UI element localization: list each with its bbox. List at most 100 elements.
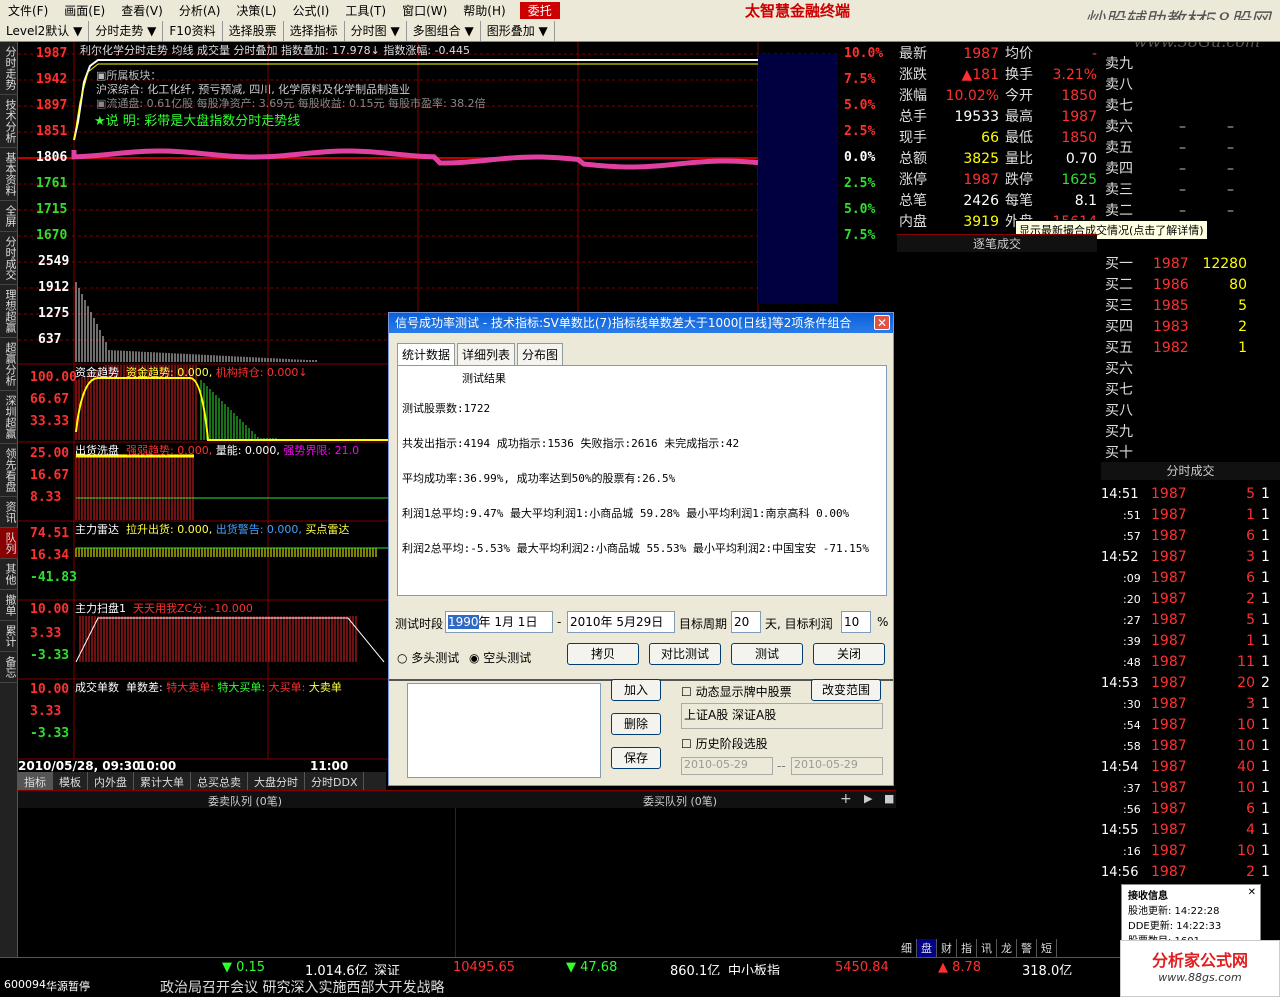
chart-bottom-tab-4[interactable]: 总买总卖: [191, 772, 248, 790]
dialog-title-bar[interactable]: 信号成功率测试 - 技术指标:SV单数比(7)指标线单数差大于1000[日线]等…: [389, 313, 893, 333]
left-tab-0[interactable]: 分时走势: [0, 42, 18, 95]
compare-test-button[interactable]: 对比测试: [649, 643, 721, 665]
dialog-tab-2[interactable]: 分布图: [517, 343, 564, 365]
chart-header: 利尔化学分时走势 均线 成交量 分时叠加 指数叠加: 17.978↓ 指数涨幅:…: [80, 44, 471, 57]
queue-close-icon[interactable]: ■: [884, 792, 894, 805]
target-period-label: 目标周期: [679, 617, 728, 631]
menu-item-5[interactable]: 公式(I): [284, 2, 337, 19]
delete-button[interactable]: 删除: [611, 713, 661, 735]
change-range-button[interactable]: 改变范围: [811, 679, 881, 701]
history-date-from[interactable]: 2010-05-29: [681, 757, 773, 775]
logo-url: www.88gs.com: [1158, 971, 1242, 984]
quote-tab-5[interactable]: 龙: [997, 939, 1017, 957]
left-tab-2[interactable]: 基本资料: [0, 148, 18, 201]
save-button[interactable]: 保存: [611, 747, 661, 769]
sell-dash: –: [1179, 203, 1186, 219]
left-tab-7[interactable]: 深圳超赢: [0, 391, 18, 444]
menu-item-9[interactable]: 委托: [519, 1, 560, 19]
date-to-field[interactable]: 2010年 5月29日: [567, 611, 675, 633]
quote-value-6: 1987: [963, 172, 999, 188]
menu-item-8[interactable]: 帮助(H): [455, 2, 513, 19]
sell-level-0: 卖九: [1105, 56, 1133, 72]
result-line-4: 利润2总平均:-5.53% 最大平均利润2:小商品城 55.53% 最小平均利润…: [402, 542, 870, 555]
news-ticker[interactable]: 政治局召开会议 研究深入实施西部大开发战略: [160, 977, 444, 997]
tick-price-11: 1987: [1151, 717, 1187, 733]
fin-line: ▣流通盘: 0.61亿股 每股净资产: 3.69元 每股收益: 0.15元 每股…: [96, 97, 486, 110]
chart-bottom-tab-1[interactable]: 模板: [53, 772, 88, 790]
toolbar-item-5[interactable]: 分时图 ▼: [345, 20, 407, 41]
tick-vol-12: 10: [1237, 738, 1255, 754]
result-line-1: 共发出指示:4194 成功指示:1536 失败指示:2616 未完成指示:42: [402, 437, 740, 450]
ind1-ylabel-2: 33.33: [30, 414, 70, 429]
left-tab-9[interactable]: 资讯: [0, 497, 18, 528]
toolbar-item-7[interactable]: 图形叠加 ▼: [481, 20, 555, 41]
left-tab-1[interactable]: 技术分析: [0, 95, 18, 148]
history-select-checkbox[interactable]: ☐ 历史阶段选股: [681, 735, 768, 752]
toolbar-item-3[interactable]: 选择股票: [223, 20, 284, 41]
result-title: 测试结果: [462, 372, 506, 385]
quote-tab-1[interactable]: 盘: [917, 939, 937, 957]
date-from-field[interactable]: 1990年 1月 1日: [445, 611, 553, 633]
toolbar-item-4[interactable]: 选择指标: [284, 20, 345, 41]
history-date-to[interactable]: 2010-05-29: [791, 757, 883, 775]
dynamic-show-checkbox[interactable]: ☐ 动态显示牌中股票: [681, 683, 792, 700]
left-tab-5[interactable]: 理想超赢: [0, 285, 18, 338]
chart-bottom-tab-5[interactable]: 大盘分时: [248, 772, 305, 790]
close-button[interactable]: 关闭: [813, 643, 885, 665]
menu-item-0[interactable]: 文件(F): [0, 2, 56, 19]
quote-label2-5: 量比: [1005, 151, 1033, 167]
left-tab-3[interactable]: 全屏: [0, 201, 18, 232]
add-button[interactable]: 加入: [611, 679, 661, 701]
queue-next-icon[interactable]: ▶: [864, 792, 872, 805]
tick-price-10: 1987: [1151, 696, 1187, 712]
toolbar-item-2[interactable]: F10资料: [163, 20, 223, 41]
queue-add-icon[interactable]: +: [840, 791, 852, 807]
menu-item-1[interactable]: 画面(E): [56, 2, 113, 19]
left-tab-13[interactable]: 累计: [0, 621, 18, 652]
stock-list[interactable]: [407, 683, 601, 778]
test-button[interactable]: 测试: [731, 643, 803, 665]
tick-price-14: 1987: [1151, 780, 1187, 796]
menu-item-4[interactable]: 决策(L): [228, 2, 284, 19]
left-tab-6[interactable]: 超赢分析: [0, 338, 18, 391]
quote-tab-4[interactable]: 讯: [977, 939, 997, 957]
target-profit-input[interactable]: 10: [841, 611, 871, 633]
quote-tab-2[interactable]: 财: [937, 939, 957, 957]
menu-item-7[interactable]: 窗口(W): [394, 2, 455, 19]
quote-tab-0[interactable]: 细: [897, 939, 917, 957]
left-tab-14[interactable]: 备忘: [0, 652, 18, 683]
left-tab-8[interactable]: 领先看盘: [0, 444, 18, 497]
left-tab-4[interactable]: 分时成交: [0, 232, 18, 285]
quote-tab-3[interactable]: 指: [957, 939, 977, 957]
ind3-ylabel-1: 16.34: [30, 548, 70, 563]
toolbar-item-0[interactable]: Level2默认 ▼: [0, 20, 90, 41]
menu-item-6[interactable]: 工具(T): [337, 2, 394, 19]
chart-bottom-tab-0[interactable]: 指标: [18, 772, 53, 790]
left-tab-11[interactable]: 其他: [0, 559, 18, 590]
dialog-tab-0[interactable]: 统计数据: [397, 343, 456, 365]
buy-price-4: 1982: [1153, 340, 1189, 356]
quote-tab-6[interactable]: 警: [1017, 939, 1037, 957]
dialog-tab-1[interactable]: 详细列表: [457, 343, 516, 365]
quote-value-5: 3825: [963, 151, 999, 167]
toolbar-item-1[interactable]: 分时走势 ▼: [89, 20, 164, 41]
target-period-input[interactable]: 20: [731, 611, 761, 633]
radio-short[interactable]: ◉ 空头测试: [469, 649, 531, 666]
chart-bottom-tab-2[interactable]: 内外盘: [88, 772, 134, 790]
quote-value2-2: 1850: [1061, 88, 1097, 104]
radio-long[interactable]: ○ 多头测试: [397, 649, 459, 666]
menu-item-2[interactable]: 查看(V): [113, 2, 171, 19]
chart-bottom-tab-3[interactable]: 累计大单: [134, 772, 191, 790]
toolbar-item-6[interactable]: 多图组合 ▼: [407, 20, 481, 41]
left-tab-10[interactable]: 队列: [0, 528, 18, 559]
notify-close-icon[interactable]: ✕: [1248, 887, 1256, 898]
tick-cnt-16: 1: [1261, 822, 1270, 838]
left-tab-12[interactable]: 撤单: [0, 590, 18, 621]
buy-level-1: 买二: [1105, 277, 1133, 293]
copy-button[interactable]: 拷贝: [567, 643, 639, 665]
chart-bottom-tab-6[interactable]: 分时DDX: [305, 772, 365, 790]
menu-item-3[interactable]: 分析(A): [171, 2, 229, 19]
tick-price-2: 1987: [1151, 528, 1187, 544]
quote-tab-7[interactable]: 短: [1037, 939, 1057, 957]
close-icon[interactable]: ✕: [874, 315, 890, 330]
